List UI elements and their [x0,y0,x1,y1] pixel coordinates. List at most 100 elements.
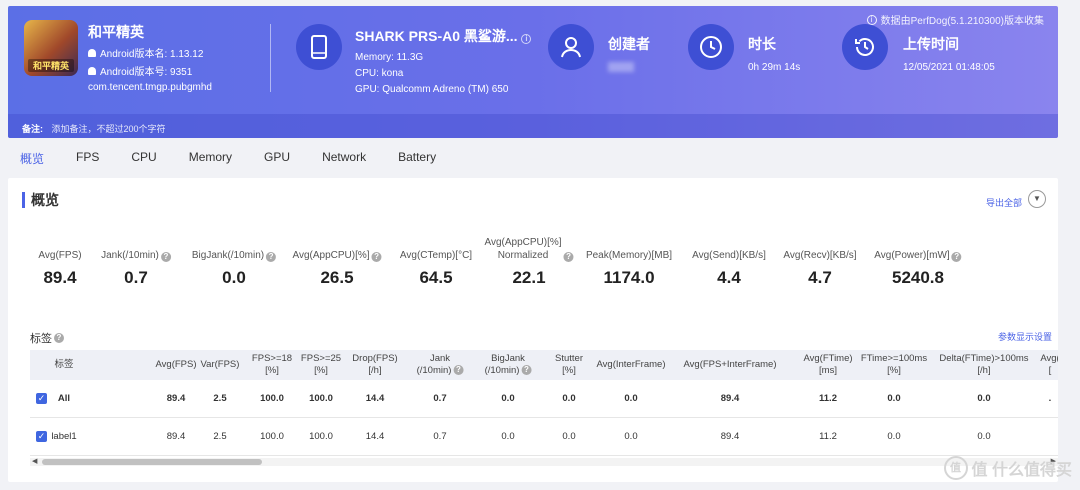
metric-value: 89.4 [43,268,77,287]
tags-table: 标签 Avg(FPS) Var(FPS) FPS>=18 [%] FPS>=25 [%]… [30,350,1058,456]
duration-block: 时长 0h 29m 14s [748,34,800,73]
note-input[interactable]: 添加备注，不超过200个字符 [52,124,166,134]
info-icon: i [866,14,877,25]
column-header[interactable]: Avg( [ [1040,353,1058,377]
help-icon[interactable]: ? [371,252,382,262]
tab-0[interactable]: 概览 [20,150,44,167]
table-header: 标签 Avg(FPS) Var(FPS) FPS>=18 [%] FPS>=25 [%]… [30,350,1058,380]
table-cell: 100.0 [309,431,333,442]
package-name: com.tencent.tmgp.pubgmhd [88,82,212,93]
column-header[interactable]: FTime>=100ms [%] [861,353,927,377]
column-header[interactable]: Avg(FTime) [ms] [803,353,852,377]
app-info-header: i 数据由PerfDog(5.1.210300)版本收集 和平精英 和平精英 A… [8,6,1058,138]
device-block: SHARK PRS-A0 黑鲨游... i Memory: 11.3G CPU:… [355,26,532,95]
clock-icon [688,24,734,70]
row-checkbox[interactable]: ✓ [36,393,47,404]
help-icon[interactable]: ? [160,252,171,262]
column-header[interactable]: FPS>=25 [%] [301,353,341,377]
table-cell: 0.0 [562,431,576,442]
upload-time: 12/05/2021 01:48:05 [903,62,995,73]
duration-title: 时长 [748,36,776,52]
metric-value: 4.4 [717,268,741,287]
column-header[interactable]: FPS>=18 [%] [252,353,292,377]
collapse-toggle-icon[interactable]: ▼ [1028,190,1046,208]
scroll-thumb[interactable] [42,459,262,465]
device-gpu: GPU: Qualcomm Adreno (TM) 650 [355,84,509,95]
info-icon[interactable]: i [521,34,532,44]
tab-3[interactable]: Memory [189,150,232,167]
param-settings-button[interactable]: 参数显示设置 [998,330,1052,343]
metric-label: Avg(AppCPU)[%] Normalized? [484,234,574,262]
metric-label: BigJank(/10min)? [192,234,277,262]
metric-value: 0.7 [124,268,148,287]
collection-note: i 数据由PerfDog(5.1.210300)版本收集 [866,12,1044,27]
metric-0: Avg(FPS) 89.4 [38,234,81,288]
column-header[interactable]: Delta(FTime)>100ms [/h] [939,353,1028,377]
device-title: SHARK PRS-A0 黑鲨游... i [355,26,532,46]
metric-3: Avg(AppCPU)[%]? 26.5 [292,234,382,288]
table-cell: 0.0 [501,431,515,442]
tags-title: 标签? [30,330,64,346]
column-header[interactable]: Avg(FPS+InterFrame) [683,359,776,371]
table-cell: 2.5 [213,431,227,442]
table-cell: 0.0 [624,393,638,404]
note-label: 备注: [22,124,43,134]
column-header[interactable]: BigJank (/10min)? [485,353,532,377]
android-icon [88,48,96,57]
watermark: 值 值 什么值得买 [943,456,1072,480]
column-header[interactable]: Avg(InterFrame) [597,359,666,371]
tab-1[interactable]: FPS [76,150,99,167]
app-icon: 和平精英 [24,20,78,76]
table-cell: 89.4 [166,431,186,442]
row-checkbox[interactable]: ✓ [36,431,47,442]
column-header[interactable]: Var(FPS) [201,359,240,371]
table-cell: 0.0 [501,393,515,404]
metric-label: Avg(AppCPU)[%]? [292,234,382,262]
overview-card: 概览 导出全部 ▼ Avg(FPS) 89.4 Jank(/10min)? 0.7 Bi… [8,178,1058,482]
metric-value: 0.0 [222,268,246,287]
history-icon [842,24,888,70]
table-row: ✓ All 89.4 2.5 100.0 100.0 14.4 0.7 0.0 0.0 0.0 89.… [30,380,1058,418]
help-icon[interactable]: ? [563,252,574,262]
row-label: label1 [51,431,77,442]
table-cell: 14.4 [365,393,385,404]
help-icon[interactable]: ? [54,333,64,343]
horizontal-scrollbar[interactable]: ◀ ▶ [30,458,1058,466]
metric-2: BigJank(/10min)? 0.0 [192,234,277,288]
divider [270,24,271,92]
metric-label: Avg(Recv)[KB/s] [783,250,857,261]
table-cell: 89.4 [166,393,186,404]
help-icon[interactable]: ? [951,252,962,262]
metric-value: 1174.0 [603,268,655,287]
creator-name-redacted [608,62,634,72]
table-cell: 0.7 [433,431,447,442]
metric-7: Avg(Send)[KB/s] 4.4 [692,234,766,288]
metric-5: Avg(AppCPU)[%] Normalized? 22.1 [484,234,574,288]
table-cell: 2.5 [213,393,227,404]
help-icon[interactable]: ? [266,252,277,262]
export-all-button[interactable]: 导出全部 [986,196,1022,209]
note-bar[interactable]: 备注: 添加备注，不超过200个字符 [8,114,1058,138]
duration-value: 0h 29m 14s [748,62,801,73]
column-header[interactable]: Drop(FPS) [/h] [352,353,397,377]
help-icon[interactable]: ? [521,365,532,376]
version-name: Android版本名: 1.13.12 [88,45,212,60]
column-header[interactable]: Avg(FPS) [155,359,196,371]
tab-2[interactable]: CPU [131,150,156,167]
tab-6[interactable]: Battery [398,150,436,167]
tab-4[interactable]: GPU [264,150,290,167]
column-header[interactable]: Jank (/10min)? [417,353,464,377]
table-cell: 11.2 [819,431,837,442]
metric-label: Avg(CTemp)[°C] [399,250,473,261]
device-memory: Memory: 11.3G [355,52,424,63]
tab-5[interactable]: Network [322,150,366,167]
column-header[interactable]: 标签 [54,359,73,371]
tab-bar: 概览 FPS CPU Memory GPU Network Battery [20,150,468,167]
column-header[interactable]: Stutter [%] [555,353,583,377]
help-icon[interactable]: ? [453,365,464,376]
metric-label: Avg(FPS) [38,250,82,261]
metric-value: 64.5 [419,268,453,287]
metric-label: Avg(Send)[KB/s] [692,250,766,261]
watermark-logo-icon: 值 [943,456,968,480]
scroll-left-icon[interactable]: ◀ [32,458,37,466]
